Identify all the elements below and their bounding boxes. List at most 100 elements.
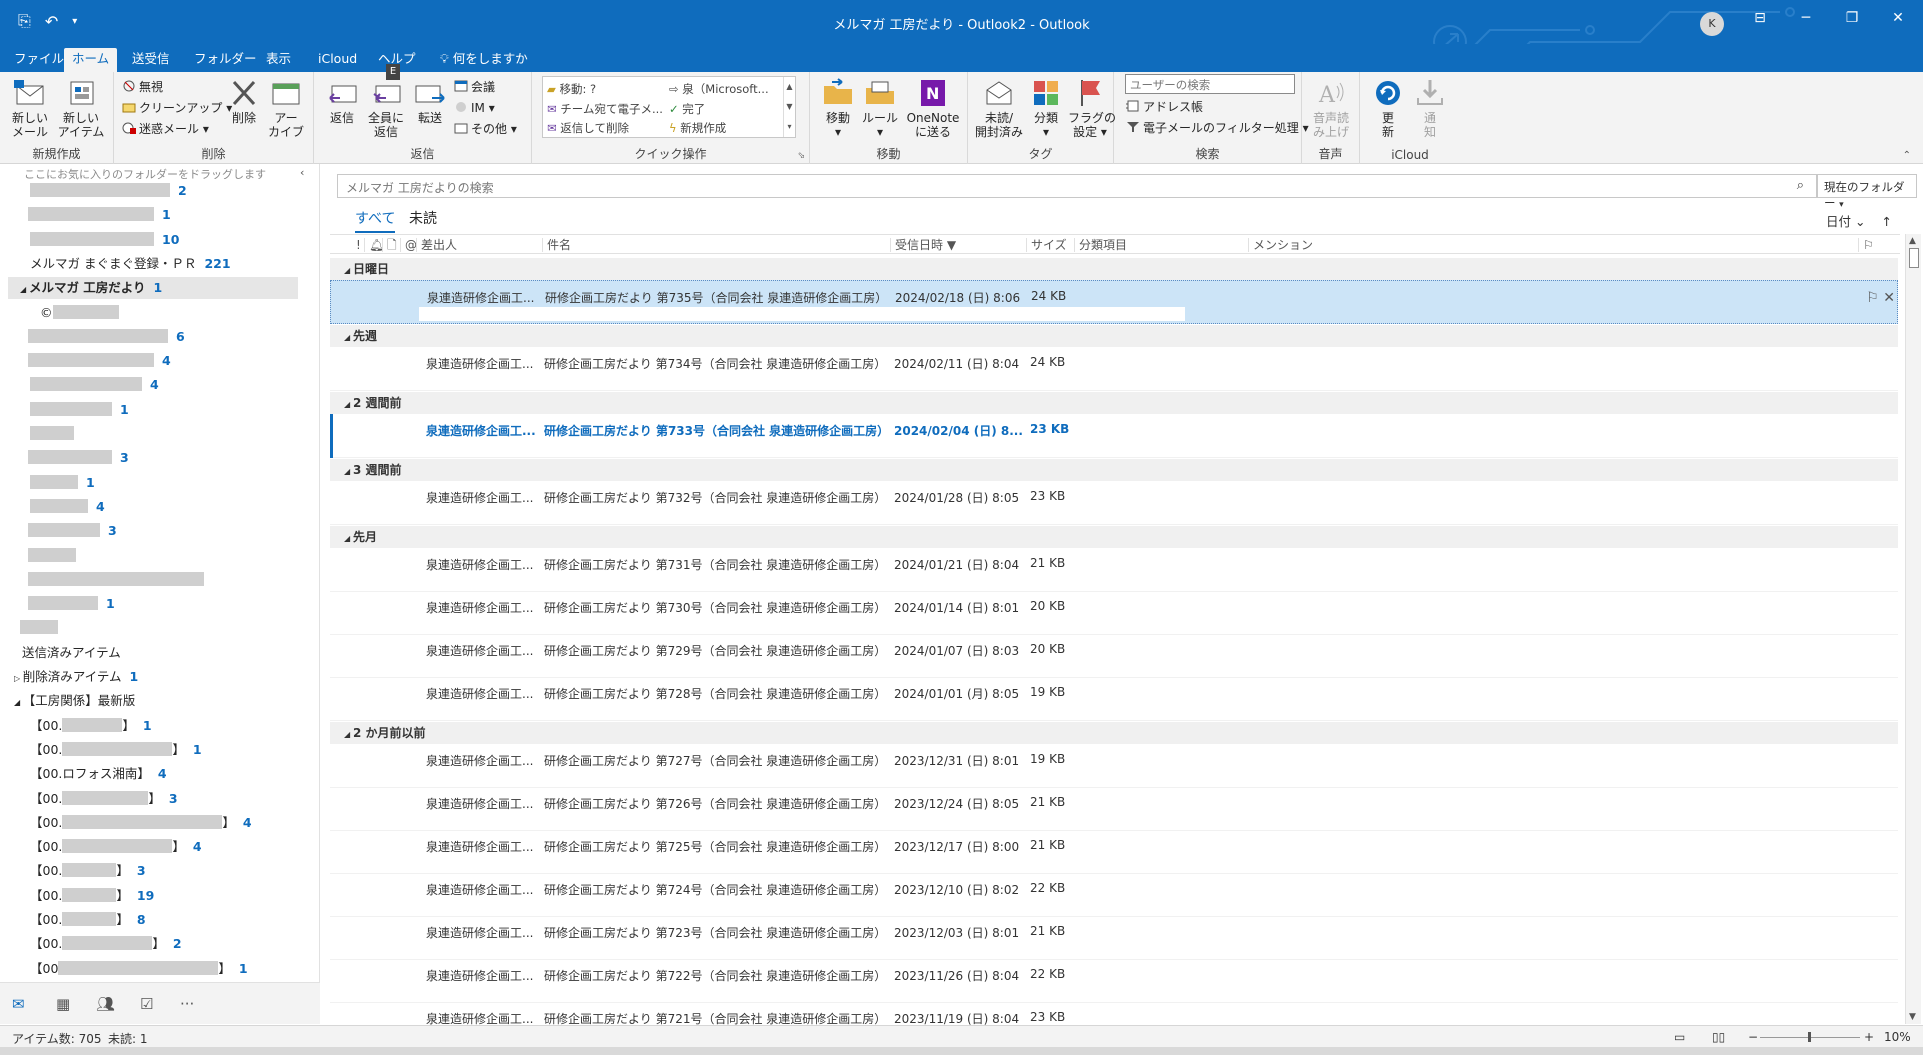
importance-column-icon[interactable]: !: [352, 238, 361, 252]
folder-item[interactable]: 3: [28, 447, 129, 469]
collapse-icon[interactable]: ◢: [14, 698, 23, 707]
folder-item[interactable]: 4: [30, 496, 105, 518]
folder-item[interactable]: 【00. 】 1: [30, 739, 202, 761]
group-header[interactable]: ◢ 日曜日: [330, 258, 1898, 280]
group-header[interactable]: ◢ 2 週間前: [330, 392, 1898, 414]
folder-item[interactable]: 【00 】 1: [30, 958, 248, 980]
column-size[interactable]: サイズ: [1026, 238, 1074, 252]
reply-all-button[interactable]: 全員に 返信: [364, 78, 408, 139]
scroll-up-icon[interactable]: ▲: [1909, 236, 1916, 246]
normal-view-icon[interactable]: ▭: [1674, 1030, 1685, 1044]
message-row[interactable]: 泉連造研修企画工... 研修企画工房だより 第726号（合同会社 泉連造研修企画工…: [330, 787, 1898, 831]
new-items-button[interactable]: 新しい アイテム: [56, 78, 106, 139]
forward-button[interactable]: 転送: [410, 78, 450, 125]
tasks-icon[interactable]: ☑: [140, 995, 153, 1013]
archive-button[interactable]: アー カイブ: [264, 78, 308, 139]
message-row[interactable]: 泉連造研修企画工... 研修企画工房だより 第730号（合同会社 泉連造研修企画工…: [330, 591, 1898, 635]
folder-item[interactable]: メルマガ まぐまぐ登録・ＰＲ 221: [30, 253, 231, 275]
collapse-group-icon[interactable]: ◢: [344, 467, 353, 476]
folder-item[interactable]: ◢ メルマガ 工房だより 1: [8, 277, 298, 300]
folder-item[interactable]: [28, 569, 212, 591]
folder-item[interactable]: 1: [28, 593, 115, 615]
folder-item[interactable]: 6: [28, 326, 185, 348]
message-row[interactable]: 泉連造研修企画工... 研修企画工房だより 第734号（合同会社 泉連造研修企画工…: [330, 347, 1898, 391]
categorize-button[interactable]: 分類 ▾: [1026, 78, 1066, 139]
message-row[interactable]: 泉連造研修企画工... 研修企画工房だより 第735号（合同会社 泉連造研修企画工…: [330, 280, 1898, 324]
cleanup-button[interactable]: クリーンアップ ▾: [122, 99, 232, 117]
group-header[interactable]: ◢ 2 か月前以前: [330, 722, 1898, 744]
group-header[interactable]: ◢ 3 週間前: [330, 459, 1898, 481]
scroll-down-icon[interactable]: ▼: [1909, 1012, 1916, 1022]
folder-item[interactable]: [30, 423, 82, 445]
collapse-folder-pane-icon[interactable]: ‹: [300, 166, 304, 179]
scrollbar-thumb[interactable]: [1909, 248, 1919, 268]
folder-item[interactable]: 【00. 】 4: [30, 836, 202, 858]
message-row[interactable]: 泉連造研修企画工... 研修企画工房だより 第732号（合同会社 泉連造研修企画工…: [330, 481, 1898, 525]
folder-item[interactable]: 【00. 】 8: [30, 909, 146, 931]
collapse-group-icon[interactable]: ◢: [344, 400, 353, 409]
filter-email-button[interactable]: 電子メールのフィルター処理 ▾: [1126, 119, 1309, 137]
folder-item[interactable]: 【00. 】 4: [30, 812, 252, 834]
icon-column-icon[interactable]: 🗋: [382, 238, 397, 252]
search-scope-dropdown[interactable]: 現在のフォルダー ▾: [1817, 174, 1917, 210]
delete-icon[interactable]: ✕: [1883, 290, 1895, 306]
filter-unread[interactable]: 未読: [409, 208, 437, 228]
icloud-refresh-button[interactable]: 更 新: [1370, 78, 1406, 139]
search-people-input[interactable]: ユーザーの検索: [1125, 74, 1295, 94]
reading-view-icon[interactable]: ▯▯: [1712, 1030, 1725, 1044]
folder-item[interactable]: 10: [30, 229, 179, 251]
delete-button[interactable]: 削除: [224, 78, 264, 125]
mail-icon[interactable]: ✉: [12, 995, 25, 1013]
tab-home[interactable]: ホーム: [64, 48, 118, 72]
message-row[interactable]: 泉連造研修企画工... 研修企画工房だより 第721号（合同会社 泉連造研修企画工…: [330, 1002, 1898, 1025]
quick-step-team-email[interactable]: ✉ チーム宛て電子メ...: [547, 101, 663, 117]
attachment-column-icon[interactable]: @: [400, 238, 417, 252]
flag-icon[interactable]: ⚐: [1866, 290, 1883, 306]
folder-item[interactable]: ◢ 【工房関係】最新版: [14, 690, 143, 712]
ignore-button[interactable]: 無視: [122, 78, 163, 96]
more-respond-button[interactable]: その他 ▾: [454, 120, 517, 138]
meeting-button[interactable]: 会議: [454, 78, 495, 96]
message-row[interactable]: 泉連造研修企画工... 研修企画工房だより 第724号（合同会社 泉連造研修企画工…: [330, 873, 1898, 917]
sort-by-dropdown[interactable]: 日付 ⌄ ↑: [1826, 211, 1892, 230]
collapse-group-icon[interactable]: ◢: [344, 266, 353, 275]
calendar-icon[interactable]: ▦: [56, 995, 70, 1013]
collapse-icon[interactable]: ◢: [20, 285, 29, 294]
quick-step-create-new[interactable]: ϟ 新規作成: [669, 120, 726, 136]
tab-send-receive[interactable]: 送受信: [124, 48, 178, 72]
column-mention[interactable]: メンション: [1248, 238, 1858, 252]
column-categories[interactable]: 分類項目: [1074, 238, 1244, 252]
tab-view[interactable]: 表示: [258, 48, 299, 72]
search-box[interactable]: メルマガ 工房だよりの検索 ⌕: [337, 174, 1817, 198]
collapse-group-icon[interactable]: ◢: [344, 534, 353, 543]
minimize-icon[interactable]: ─: [1786, 10, 1826, 26]
message-row[interactable]: 泉連造研修企画工... 研修企画工房だより 第729号（合同会社 泉連造研修企画工…: [330, 634, 1898, 678]
folder-item[interactable]: 【00. 】 2: [30, 933, 182, 955]
folder-item[interactable]: 送信済みアイテム: [22, 642, 129, 664]
folder-item[interactable]: 1: [30, 472, 95, 494]
folder-item[interactable]: ©: [40, 302, 127, 324]
folder-item[interactable]: 【00. 】 19: [30, 885, 154, 907]
flag-status-column-icon[interactable]: ⚐: [1858, 238, 1874, 252]
zoom-out-icon[interactable]: −: [1748, 1030, 1758, 1044]
icloud-notify-button[interactable]: 通 知: [1412, 78, 1448, 139]
tab-icloud[interactable]: iCloud: [310, 48, 365, 72]
folder-item[interactable]: 【00. 】 3: [30, 788, 178, 810]
address-book-button[interactable]: アドレス帳: [1126, 98, 1203, 116]
people-icon[interactable]: 👥︎: [96, 995, 115, 1013]
folder-item[interactable]: 【00. 】 1: [30, 715, 152, 737]
quick-step-move[interactable]: ▰ 移動: ?: [547, 81, 596, 97]
quick-step-done[interactable]: ✓ 完了: [669, 101, 705, 117]
expand-icon[interactable]: ▷: [14, 674, 23, 683]
filter-all[interactable]: すべて: [355, 208, 396, 233]
quick-step-to-manager[interactable]: ⇨ 泉（Microsoft...: [669, 81, 769, 97]
close-icon[interactable]: ✕: [1878, 10, 1918, 26]
column-subject[interactable]: 件名: [542, 238, 892, 252]
unread-read-button[interactable]: 未読/ 開封済み: [974, 78, 1024, 139]
follow-up-button[interactable]: フラグの 設定 ▾: [1068, 78, 1116, 139]
message-row[interactable]: 泉連造研修企画工... 研修企画工房だより 第731号（合同会社 泉連造研修企画工…: [330, 548, 1898, 592]
zoom-slider-thumb[interactable]: [1808, 1032, 1811, 1042]
message-row[interactable]: 泉連造研修企画工... 研修企画工房だより 第722号（合同会社 泉連造研修企画工…: [330, 959, 1898, 1003]
folder-item[interactable]: 3: [28, 520, 117, 542]
column-received[interactable]: 受信日時 ▼: [890, 238, 1020, 252]
